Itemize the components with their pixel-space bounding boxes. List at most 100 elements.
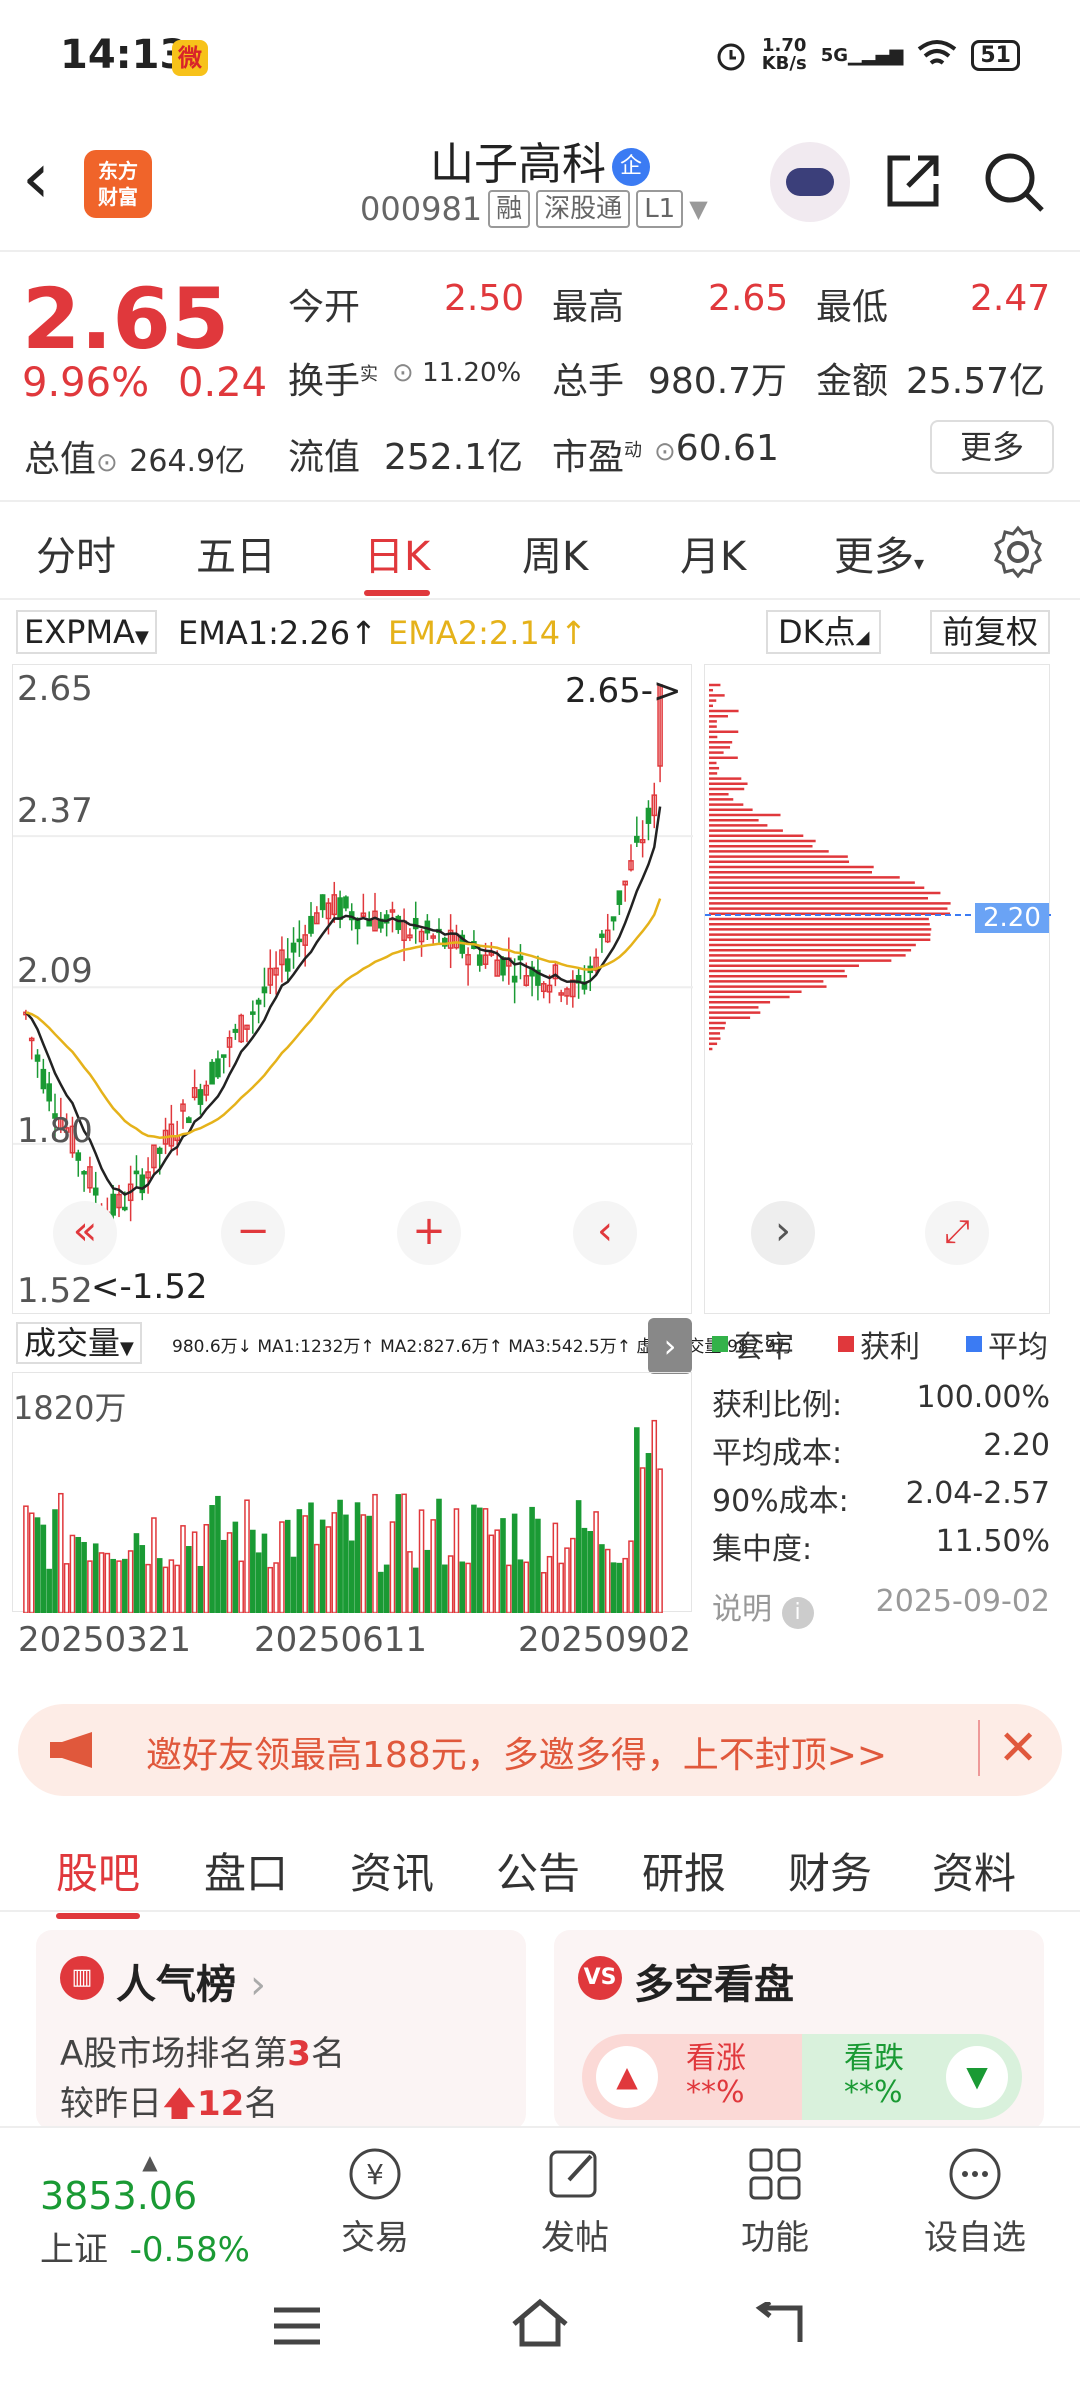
- volume-bar: [366, 1515, 372, 1613]
- stat-concentration-label: 集中度:: [712, 1532, 813, 1567]
- volume-bar: [168, 1559, 175, 1613]
- candle-body: [250, 1011, 256, 1015]
- tab-financials[interactable]: 财务: [788, 1840, 872, 1901]
- volume-bar: [634, 1427, 640, 1613]
- note-link[interactable]: 说明 i: [712, 1584, 814, 1629]
- tab-profile[interactable]: 资料: [932, 1840, 1016, 1901]
- zoom-out-icon[interactable]: −: [221, 1201, 285, 1265]
- volume-bar: [244, 1499, 250, 1613]
- content-tabs: 股吧 盘口 资讯 公告 研报 财务 资料: [0, 1820, 1080, 1919]
- dk-point-button[interactable]: DK点◢: [766, 610, 882, 654]
- step-back-icon[interactable]: ‹: [573, 1201, 637, 1265]
- volume-bar: [162, 1566, 169, 1613]
- bear-vote[interactable]: 看跌 **%: [844, 2042, 904, 2110]
- assistant-avatar[interactable]: [770, 142, 850, 222]
- volume-bar: [104, 1552, 111, 1613]
- volume-bar: [535, 1518, 541, 1613]
- period-tabs: 分时 五日 日K 周K 月K 更多▾: [0, 500, 1080, 600]
- volume-chart[interactable]: 1820万: [12, 1372, 692, 1613]
- scroll-start-icon[interactable]: «: [53, 1201, 117, 1265]
- volume-bar: [540, 1572, 547, 1613]
- last-price: 2.65: [22, 270, 230, 368]
- more-circle-icon: [949, 2148, 1001, 2200]
- tab-order-book[interactable]: 盘口: [204, 1840, 288, 1901]
- adjust-mode-button[interactable]: 前复权: [930, 610, 1051, 654]
- volume-bar: [255, 1552, 262, 1613]
- tab-daily-k[interactable]: 日K: [364, 524, 431, 596]
- candle-body: [40, 1068, 47, 1090]
- nav-watchlist[interactable]: 设自选: [910, 2144, 1040, 2259]
- home-icon[interactable]: [510, 2298, 570, 2348]
- volume-bar: [500, 1518, 506, 1613]
- volume-bar: [145, 1563, 151, 1613]
- low-value: 2.47: [970, 278, 1051, 319]
- tab-announcements[interactable]: 公告: [496, 1840, 580, 1901]
- yuan-cycle-icon: ¥: [349, 2148, 401, 2200]
- menu-icon[interactable]: [272, 2306, 322, 2346]
- volume-bar: [610, 1562, 617, 1613]
- volume-bar: [383, 1564, 390, 1613]
- high-label: 最高: [552, 287, 625, 328]
- tab-intraday[interactable]: 分时: [36, 524, 116, 582]
- sentiment-card[interactable]: VS 多空看盘 ▲ 看涨 **% 看跌 **% ▼: [554, 1930, 1044, 2130]
- tab-monthly-k[interactable]: 月K: [680, 524, 746, 582]
- chevron-down-icon[interactable]: ▼: [689, 195, 707, 223]
- volume-bar: [296, 1509, 303, 1613]
- change-percent: 9.96%: [22, 360, 150, 406]
- tab-five-day[interactable]: 五日: [196, 524, 276, 582]
- volume-bar: [81, 1541, 87, 1613]
- float-cap-value: 252.1亿: [384, 437, 524, 478]
- kline-chart[interactable]: 2.65 2.37 2.09 1.80 1.52 2.65-> <-1.52 «…: [12, 664, 693, 1314]
- popularity-card[interactable]: ▥ 人气榜 › A股市场排名第3名 较昨日🡅12名: [36, 1930, 526, 2130]
- gear-icon[interactable]: [990, 524, 1046, 580]
- nav-functions[interactable]: 功能: [710, 2144, 840, 2259]
- volume-bar: [302, 1515, 308, 1613]
- turnover-label: 换手实: [288, 361, 379, 402]
- share-icon[interactable]: [880, 150, 944, 214]
- search-icon[interactable]: [980, 148, 1048, 216]
- bull-vote[interactable]: 看涨 **%: [686, 2042, 746, 2110]
- volume-bar: [482, 1508, 489, 1613]
- x-tick: 20250321: [18, 1620, 192, 1660]
- y-tick: 1.52: [17, 1271, 93, 1311]
- index-ticker[interactable]: ▲ 3853.06 上证 -0.58%: [40, 2150, 260, 2271]
- amount-value: 25.57亿: [906, 361, 1046, 402]
- more-quote-button[interactable]: 更多: [930, 420, 1054, 474]
- vote-up-icon[interactable]: ▲: [596, 2046, 658, 2108]
- expand-icon[interactable]: ⤢: [925, 1201, 989, 1265]
- volume-bar: [69, 1534, 76, 1613]
- candle-body: [261, 986, 268, 994]
- open-value: 2.50: [444, 278, 525, 319]
- volume-indicator-select[interactable]: 成交量▼: [16, 1322, 142, 1364]
- volume-bar: [40, 1524, 47, 1613]
- legend-average: 平均: [966, 1322, 1048, 1366]
- tab-forum[interactable]: 股吧: [56, 1840, 141, 1919]
- candle-body: [215, 1058, 221, 1078]
- candle-body: [46, 1083, 52, 1102]
- candle-body: [156, 1147, 163, 1154]
- zoom-in-icon[interactable]: +: [397, 1201, 461, 1265]
- tab-more-periods[interactable]: 更多▾: [834, 524, 924, 582]
- stock-code: 000981: [360, 190, 483, 228]
- panel-toggle-icon[interactable]: ›: [648, 1318, 692, 1374]
- tab-research[interactable]: 研报: [642, 1840, 726, 1901]
- vote-down-icon[interactable]: ▼: [946, 2046, 1008, 2108]
- volume-bar: [651, 1419, 658, 1613]
- invite-banner[interactable]: 邀好友领最高188元，多邀多得，上不封顶>> ✕: [18, 1704, 1062, 1796]
- tag-margin: 融: [488, 190, 531, 228]
- tab-weekly-k[interactable]: 周K: [522, 524, 588, 582]
- tab-news[interactable]: 资讯: [350, 1840, 434, 1901]
- y-tick: 2.65: [17, 669, 93, 709]
- nav-trade[interactable]: ¥ 交易: [310, 2144, 440, 2259]
- step-forward-icon[interactable]: ›: [751, 1201, 815, 1265]
- volume-bar: [593, 1511, 599, 1613]
- volume-bar: [139, 1545, 146, 1613]
- net-speed: 1.70 KB/s: [761, 35, 807, 74]
- close-icon[interactable]: ✕: [978, 1720, 1038, 1776]
- volume-bar: [488, 1534, 495, 1613]
- nav-post[interactable]: 发帖: [510, 2144, 640, 2259]
- volume-bar: [471, 1504, 477, 1613]
- indicator-select[interactable]: EXPMA▼: [16, 610, 157, 654]
- x-tick: 20250902: [518, 1620, 692, 1660]
- back-nav-icon[interactable]: [754, 2302, 804, 2346]
